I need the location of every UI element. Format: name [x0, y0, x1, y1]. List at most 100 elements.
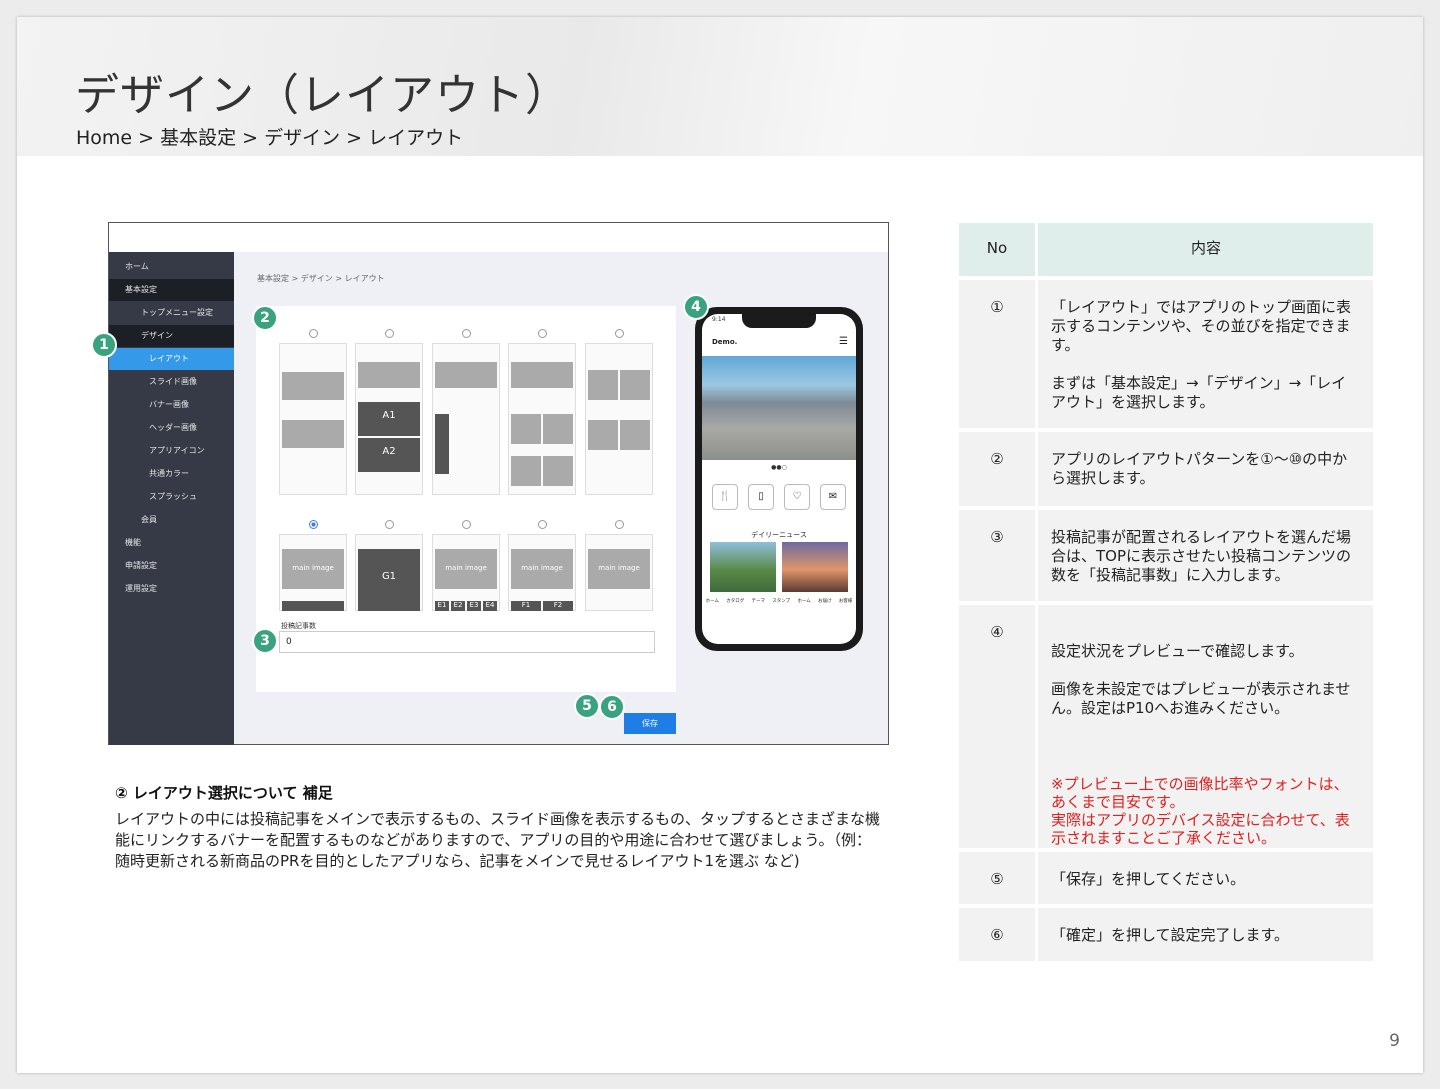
sidebar-item-top-menu[interactable]: トップメニュー設定 [109, 302, 234, 324]
phone-hero-image [702, 356, 856, 460]
tab-theme[interactable]: テーマ [752, 598, 766, 604]
admin-topbar [109, 223, 888, 252]
tab-home-2[interactable]: ホーム [797, 598, 810, 604]
sidebar-item-layout[interactable]: レイアウト [109, 348, 234, 370]
warning-text: ※プレビュー上での画像比率やフォントは、あくまで目安です。 実際はアプリのデバイ… [1051, 775, 1350, 847]
chat-icon[interactable]: ✉ [820, 484, 846, 510]
thumb-main-image: main image [588, 549, 650, 589]
page-title: デザイン（レイアウト） [75, 70, 570, 121]
step-text: 「確定」を押して設定完了します。 [1038, 908, 1373, 961]
badge-2: 2 [252, 305, 278, 331]
badge-1: 1 [91, 332, 117, 358]
thumb-image [620, 420, 650, 450]
layout-radio-6[interactable] [309, 520, 318, 529]
layout-thumb-10[interactable]: main image [585, 534, 653, 611]
thumb-g1: G1 [358, 549, 420, 611]
layout-radio-8[interactable] [462, 520, 471, 529]
news-thumb-landscape[interactable] [710, 542, 776, 592]
thumb-f2: F2 [543, 601, 573, 611]
layout-radio-2[interactable] [385, 329, 394, 338]
thumb-a1: A1 [358, 402, 420, 436]
layout-thumb-4[interactable] [508, 343, 576, 495]
step-no: ④ [959, 605, 1035, 848]
step-text: 「レイアウト」ではアプリのトップ画面に表示するコンテンツや、その並びを指定できま… [1038, 280, 1373, 428]
step-text: 投稿記事が配置されるレイアウトを選んだ場合は、TOPに表示させたい投稿コンテンツ… [1038, 510, 1373, 601]
badge-3: 3 [252, 628, 278, 654]
thumb-main-image: main image [511, 549, 573, 589]
tab-delivery[interactable]: お届け [818, 598, 832, 604]
thumb-image [435, 414, 449, 474]
thumb-main-image: main image [282, 549, 344, 589]
step-no: ① [959, 280, 1035, 428]
tab-catalog[interactable]: カタログ [726, 598, 744, 604]
heart-icon[interactable]: ♡ [784, 484, 810, 510]
thumb-image [620, 370, 650, 400]
layout-radio-10[interactable] [615, 520, 624, 529]
sidebar-item-header[interactable]: ヘッダー画像 [109, 417, 234, 439]
sidebar-item-slide[interactable]: スライド画像 [109, 371, 234, 393]
admin-screenshot: ホーム 基本設定 トップメニュー設定 デザイン レイアウト スライド画像 バナー… [91, 222, 889, 745]
phone-screen: 9:14 Demo. ☰ ●●○ 🍴 ▯ ♡ ✉ デイリーニュース ホーム カタ… [702, 314, 856, 644]
save-button[interactable]: 保存 [624, 713, 676, 734]
layout-radio-1[interactable] [309, 329, 318, 338]
thumb-e3: E3 [467, 601, 481, 611]
menu-icon[interactable]: ☰ [839, 336, 848, 347]
sidebar-item-app-icon[interactable]: アプリアイコン [109, 440, 234, 462]
thumb-image [588, 420, 618, 450]
step-text: アプリのレイアウトパターンを①～⑩の中から選択します。 [1038, 432, 1373, 506]
thumb-image [588, 370, 618, 400]
sidebar-item-design[interactable]: デザイン [109, 325, 234, 347]
note-title: ② レイアウト選択について 補足 [115, 784, 333, 802]
layout-radio-3[interactable] [462, 329, 471, 338]
tab-home[interactable]: ホーム [706, 598, 719, 604]
sidebar-item-apply[interactable]: 申請設定 [109, 555, 234, 577]
thumb-image [511, 362, 573, 388]
tab-customer[interactable]: お客様 [839, 598, 853, 604]
thumb-image [435, 362, 497, 388]
badge-4: 4 [683, 294, 709, 320]
sidebar-item-basic-settings[interactable]: 基本設定 [109, 279, 234, 301]
layout-thumb-7[interactable]: G1 [355, 534, 423, 611]
thumb-image [358, 362, 420, 388]
sidebar-item-color[interactable]: 共通カラー [109, 463, 234, 485]
layout-radio-4[interactable] [538, 329, 547, 338]
layout-thumb-5[interactable] [585, 343, 653, 495]
layout-radio-9[interactable] [538, 520, 547, 529]
post-count-input[interactable]: 0 [279, 631, 655, 653]
thumb-e2: E2 [451, 601, 465, 611]
layout-radio-7[interactable] [385, 520, 394, 529]
sidebar-item-splash[interactable]: スプラッシュ [109, 486, 234, 508]
fork-knife-icon[interactable]: 🍴 [712, 484, 738, 510]
layout-thumb-3[interactable] [432, 343, 500, 495]
badge-5: 5 [574, 693, 600, 719]
layout-thumb-6[interactable]: main image [279, 534, 347, 611]
table-row: ③ 投稿記事が配置されるレイアウトを選んだ場合は、TOPに表示させたい投稿コンテ… [959, 510, 1373, 601]
breadcrumb: Home > 基本設定 > デザイン > レイアウト [76, 127, 464, 149]
phone-notch [742, 314, 816, 328]
phone-brand: Demo. [712, 338, 738, 346]
thumb-image [511, 414, 541, 444]
phone-time: 9:14 [712, 316, 726, 323]
table-row: ① 「レイアウト」ではアプリのトップ画面に表示するコンテンツや、その並びを指定で… [959, 280, 1373, 428]
post-count-label: 投稿記事数 [281, 622, 316, 630]
sidebar-item-member[interactable]: 会員 [109, 509, 234, 531]
page-number: 9 [1389, 1031, 1400, 1051]
step-text: 「保存」を押してください。 [1038, 852, 1373, 904]
sidebar-item-banner[interactable]: バナー画像 [109, 394, 234, 416]
sidebar-item-operation[interactable]: 運用設定 [109, 578, 234, 600]
layout-thumb-9[interactable]: main image F1 F2 [508, 534, 576, 611]
table-header: No 内容 [959, 223, 1373, 276]
layout-thumb-1[interactable] [279, 343, 347, 495]
sidebar-item-home[interactable]: ホーム [109, 256, 234, 278]
tab-stamp[interactable]: スタンプ [772, 598, 790, 604]
thumb-image [543, 456, 573, 486]
phone-tabbar: ホーム カタログ テーマ スタンプ ホーム お届け お客様 [702, 598, 856, 604]
thumb-a2: A2 [358, 438, 420, 472]
layout-radio-5[interactable] [615, 329, 624, 338]
cup-icon[interactable]: ▯ [748, 484, 774, 510]
step-text: 設定状況をプレビューで確認します。 画像を未設定ではプレビューが表示されません。… [1051, 642, 1351, 717]
layout-thumb-8[interactable]: main image E1 E2 E3 E4 [432, 534, 500, 611]
sidebar-item-features[interactable]: 機能 [109, 532, 234, 554]
news-thumb-sunset[interactable] [782, 542, 848, 592]
layout-thumb-2[interactable]: A1 A2 [355, 343, 423, 495]
